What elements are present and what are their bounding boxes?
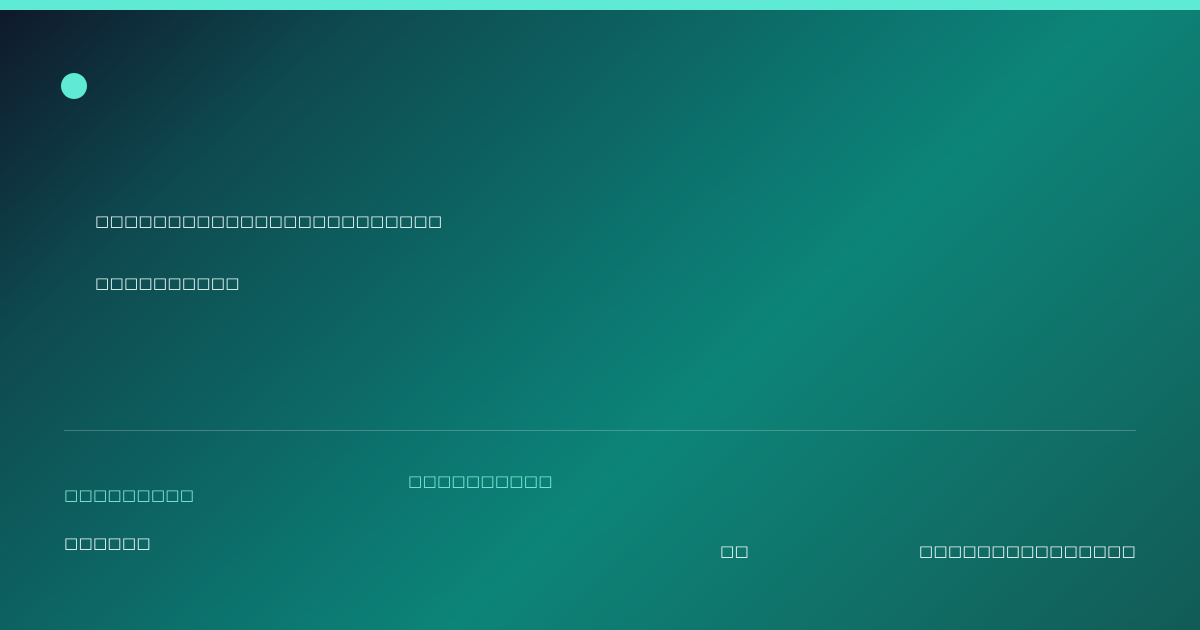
footer-label-text: □□	[720, 542, 749, 560]
headline-text: □□□□□□□□□□□□□□□□□□□□□□□□	[95, 212, 443, 230]
footer-highlight-text: □□□□□□□□□□	[408, 472, 553, 490]
footer-caption-text: □□□□□□	[64, 534, 151, 552]
subline-text: □□□□□□□□□□	[95, 274, 240, 292]
footer-divider	[64, 430, 1136, 431]
logo-dot-icon	[61, 73, 87, 99]
footer-brand-text: □□□□□□□□□	[64, 486, 195, 504]
accent-top-bar	[0, 0, 1200, 10]
footer-meta-text: □□□□□□□□□□□□□□□	[918, 542, 1136, 560]
